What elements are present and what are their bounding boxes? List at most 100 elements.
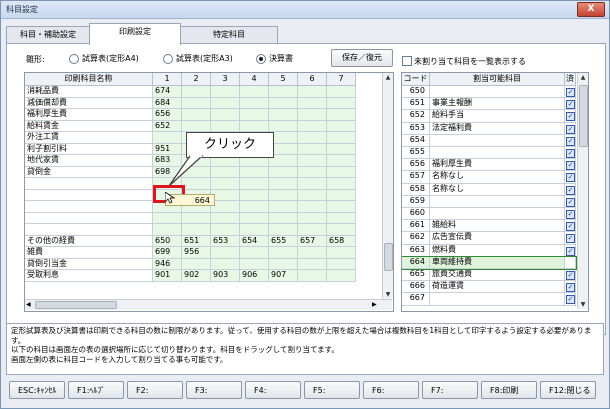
- code-cell[interactable]: 674: [153, 86, 182, 98]
- code-cell[interactable]: [269, 224, 298, 236]
- account-name-cell[interactable]: [25, 224, 153, 236]
- code-cell[interactable]: [153, 224, 182, 236]
- code-cell[interactable]: 903: [211, 270, 240, 282]
- fkey-button[interactable]: F2:: [127, 381, 183, 399]
- code-cell[interactable]: [298, 155, 327, 167]
- code-cell[interactable]: [298, 212, 327, 224]
- code-cell[interactable]: [327, 247, 356, 259]
- code-cell[interactable]: [211, 97, 240, 109]
- left-horizontal-scrollbar[interactable]: ◀ ▶: [25, 299, 392, 310]
- code-cell[interactable]: [269, 212, 298, 224]
- code-cell[interactable]: 658: [327, 235, 356, 247]
- account-list-row[interactable]: 653 法定福利費 ✓: [402, 122, 576, 135]
- account-name-cell[interactable]: 貸倒引当金: [25, 258, 153, 270]
- code-cell[interactable]: [327, 224, 356, 236]
- code-cell[interactable]: 656: [153, 109, 182, 121]
- code-cell[interactable]: 907: [269, 270, 298, 282]
- code-cell[interactable]: [327, 86, 356, 98]
- fkey-button[interactable]: F7:: [422, 381, 478, 399]
- account-name-cell[interactable]: その他の経費: [25, 235, 153, 247]
- scroll-up-icon[interactable]: ▲: [578, 73, 588, 82]
- code-cell[interactable]: [211, 224, 240, 236]
- code-cell[interactable]: [327, 201, 356, 213]
- fkey-button[interactable]: F5:: [304, 381, 360, 399]
- code-cell[interactable]: [269, 166, 298, 178]
- code-cell[interactable]: [269, 189, 298, 201]
- code-cell[interactable]: [298, 270, 327, 282]
- code-cell[interactable]: [240, 247, 269, 259]
- code-cell[interactable]: [153, 212, 182, 224]
- code-cell[interactable]: 657: [298, 235, 327, 247]
- code-cell[interactable]: [269, 258, 298, 270]
- code-cell[interactable]: [327, 109, 356, 121]
- code-cell[interactable]: [182, 212, 211, 224]
- account-name-cell[interactable]: 給料賃金: [25, 120, 153, 132]
- account-list-row[interactable]: 658 名称なし ✓: [402, 183, 576, 196]
- code-cell[interactable]: [269, 109, 298, 121]
- code-cell[interactable]: [298, 120, 327, 132]
- account-name-cell[interactable]: [25, 189, 153, 201]
- code-cell[interactable]: [327, 132, 356, 144]
- show-unassigned-checkbox[interactable]: [402, 56, 412, 66]
- code-cell[interactable]: [298, 189, 327, 201]
- code-cell[interactable]: [240, 201, 269, 213]
- code-cell[interactable]: [327, 166, 356, 178]
- code-cell[interactable]: [211, 258, 240, 270]
- code-cell[interactable]: 650: [153, 235, 182, 247]
- scroll-left-icon[interactable]: ◀: [26, 300, 31, 310]
- code-cell[interactable]: 654: [240, 235, 269, 247]
- code-cell[interactable]: [182, 109, 211, 121]
- code-cell[interactable]: [298, 178, 327, 190]
- account-name-cell[interactable]: [25, 201, 153, 213]
- fkey-button[interactable]: F12:閉じる: [540, 381, 596, 399]
- code-cell[interactable]: 655: [269, 235, 298, 247]
- account-name-cell[interactable]: 貸倒金: [25, 166, 153, 178]
- code-cell[interactable]: [298, 258, 327, 270]
- account-list-row[interactable]: 657 名称なし ✓: [402, 171, 576, 184]
- code-cell[interactable]: [327, 143, 356, 155]
- code-cell[interactable]: 652: [153, 120, 182, 132]
- code-cell[interactable]: [269, 178, 298, 190]
- account-list-row[interactable]: 663 燃料費 ✓: [402, 244, 576, 257]
- code-cell[interactable]: [211, 120, 240, 132]
- account-list-row[interactable]: 650 ✓: [402, 86, 576, 99]
- account-name-cell[interactable]: 福利厚生費: [25, 109, 153, 121]
- account-name-cell[interactable]: 雑費: [25, 247, 153, 259]
- code-cell[interactable]: [182, 97, 211, 109]
- fkey-button[interactable]: F6:: [363, 381, 419, 399]
- account-list-row[interactable]: 667 ✓: [402, 293, 576, 306]
- code-cell[interactable]: [182, 258, 211, 270]
- code-cell[interactable]: [211, 86, 240, 98]
- account-list-row[interactable]: 660 ✓: [402, 208, 576, 221]
- radio-trial-a4[interactable]: 試算表(定形A4): [69, 53, 139, 64]
- account-list-row[interactable]: 654 ✓: [402, 134, 576, 147]
- code-cell[interactable]: 902: [182, 270, 211, 282]
- fkey-button[interactable]: F1:ﾍﾙﾌﾟ: [68, 381, 124, 399]
- code-cell[interactable]: [269, 97, 298, 109]
- code-cell[interactable]: [211, 212, 240, 224]
- fkey-button[interactable]: F8:印刷: [481, 381, 537, 399]
- account-name-cell[interactable]: [25, 212, 153, 224]
- code-cell[interactable]: [298, 109, 327, 121]
- account-name-cell[interactable]: 消耗品費: [25, 86, 153, 98]
- code-cell[interactable]: [240, 224, 269, 236]
- code-cell[interactable]: [240, 109, 269, 121]
- code-cell[interactable]: [327, 155, 356, 167]
- code-cell[interactable]: [240, 178, 269, 190]
- code-cell[interactable]: [211, 201, 240, 213]
- account-name-cell[interactable]: 外注工賃: [25, 132, 153, 144]
- scroll-down-icon[interactable]: ▼: [578, 300, 588, 309]
- code-cell[interactable]: [327, 178, 356, 190]
- save-restore-button[interactable]: 保存／復元: [331, 49, 393, 67]
- code-cell[interactable]: 653: [211, 235, 240, 247]
- right-vertical-scrollbar[interactable]: ▲ ▼: [577, 73, 588, 309]
- code-cell[interactable]: 684: [153, 97, 182, 109]
- account-list-row[interactable]: 665 旅費交通費 ✓: [402, 269, 576, 282]
- code-cell[interactable]: [211, 109, 240, 121]
- account-list-row[interactable]: 662 広告宣伝費 ✓: [402, 232, 576, 245]
- code-cell[interactable]: 699: [153, 247, 182, 259]
- code-cell[interactable]: 906: [240, 270, 269, 282]
- account-list-row[interactable]: 664 車両維持費: [402, 255, 577, 270]
- account-list-row[interactable]: 652 給料手当 ✓: [402, 110, 576, 123]
- code-cell[interactable]: [327, 120, 356, 132]
